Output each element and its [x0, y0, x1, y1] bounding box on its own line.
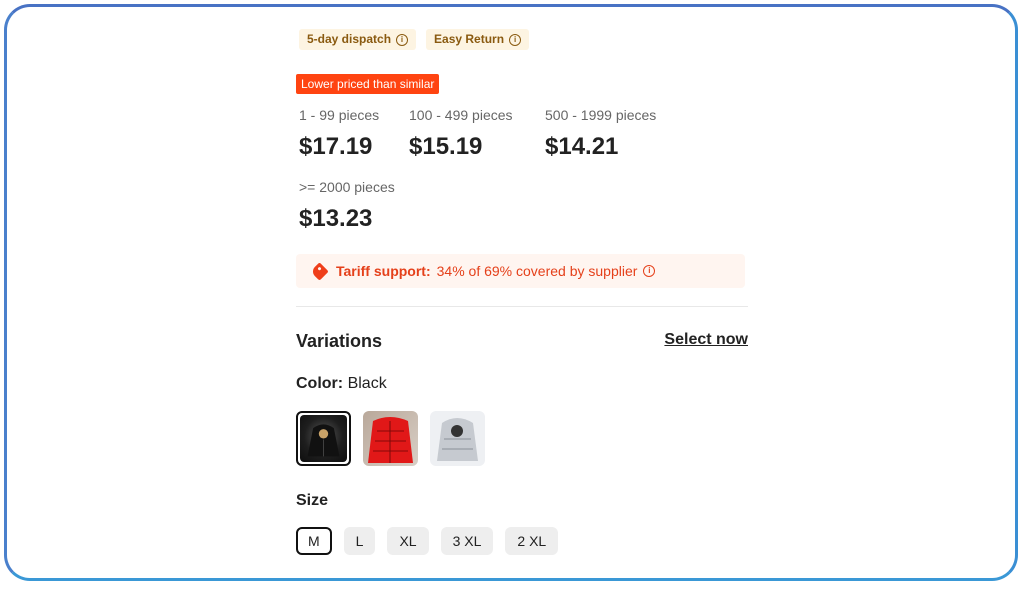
size-options: M L XL 3 XL 2 XL	[296, 527, 559, 555]
swatch-black[interactable]	[296, 411, 351, 466]
color-label: Color: Black	[296, 375, 387, 393]
tier-price: $14.21	[545, 133, 619, 160]
size-option-xl[interactable]: XL	[387, 527, 429, 555]
price-tier: 100 - 499 pieces $15.19	[409, 107, 513, 161]
tier-price: $15.19	[409, 133, 483, 160]
silver-jacket-image	[430, 411, 485, 466]
tier-price: $13.23	[299, 205, 373, 232]
size-option-m[interactable]: M	[296, 527, 332, 555]
size-option-3xl[interactable]: 3 XL	[440, 527, 494, 555]
easy-return-badge[interactable]: Easy Return i	[426, 29, 530, 50]
service-badges: 5-day dispatch i Easy Return i	[299, 29, 530, 50]
tier-price: $17.19	[299, 133, 373, 160]
product-panel: 5-day dispatch i Easy Return i Lower pri…	[4, 4, 1018, 581]
price-tag-icon	[310, 261, 329, 281]
tier-quantity: 1 - 99 pieces	[299, 107, 380, 123]
info-icon[interactable]: i	[509, 33, 522, 46]
tariff-support-banner: Tariff support: 34% of 69% covered by su…	[296, 254, 745, 288]
tariff-label: Tariff support:	[336, 263, 431, 279]
tier-quantity: >= 2000 pieces	[299, 179, 395, 195]
swatch-silver[interactable]	[430, 411, 485, 466]
info-icon[interactable]: i	[396, 33, 409, 46]
tier-quantity: 100 - 499 pieces	[409, 107, 513, 123]
tariff-text: 34% of 69% covered by supplier	[436, 263, 638, 279]
size-title: Size	[296, 492, 329, 509]
dispatch-badge[interactable]: 5-day dispatch i	[299, 29, 417, 50]
lower-price-tag: Lower priced than similar	[296, 74, 440, 94]
easy-return-badge-label: Easy Return	[434, 32, 505, 46]
price-tier: >= 2000 pieces $13.23	[299, 179, 395, 233]
dispatch-badge-label: 5-day dispatch	[307, 32, 392, 46]
color-swatches	[296, 411, 485, 466]
price-tier: 500 - 1999 pieces $14.21	[545, 107, 656, 161]
tier-quantity: 500 - 1999 pieces	[545, 107, 657, 123]
color-label-value: Black	[347, 375, 387, 392]
divider	[296, 579, 748, 580]
info-icon[interactable]: i	[643, 265, 656, 277]
size-option-l[interactable]: L	[343, 527, 376, 555]
size-option-2xl[interactable]: 2 XL	[505, 527, 559, 555]
select-now-link[interactable]: Select now	[664, 331, 748, 349]
price-tier: 1 - 99 pieces $17.19	[299, 107, 379, 161]
swatch-red[interactable]	[363, 411, 418, 466]
variations-title: Variations	[296, 331, 383, 351]
black-jacket-image	[300, 415, 347, 462]
divider	[296, 306, 748, 307]
color-label-key: Color:	[296, 375, 344, 392]
red-jacket-image	[363, 411, 418, 466]
